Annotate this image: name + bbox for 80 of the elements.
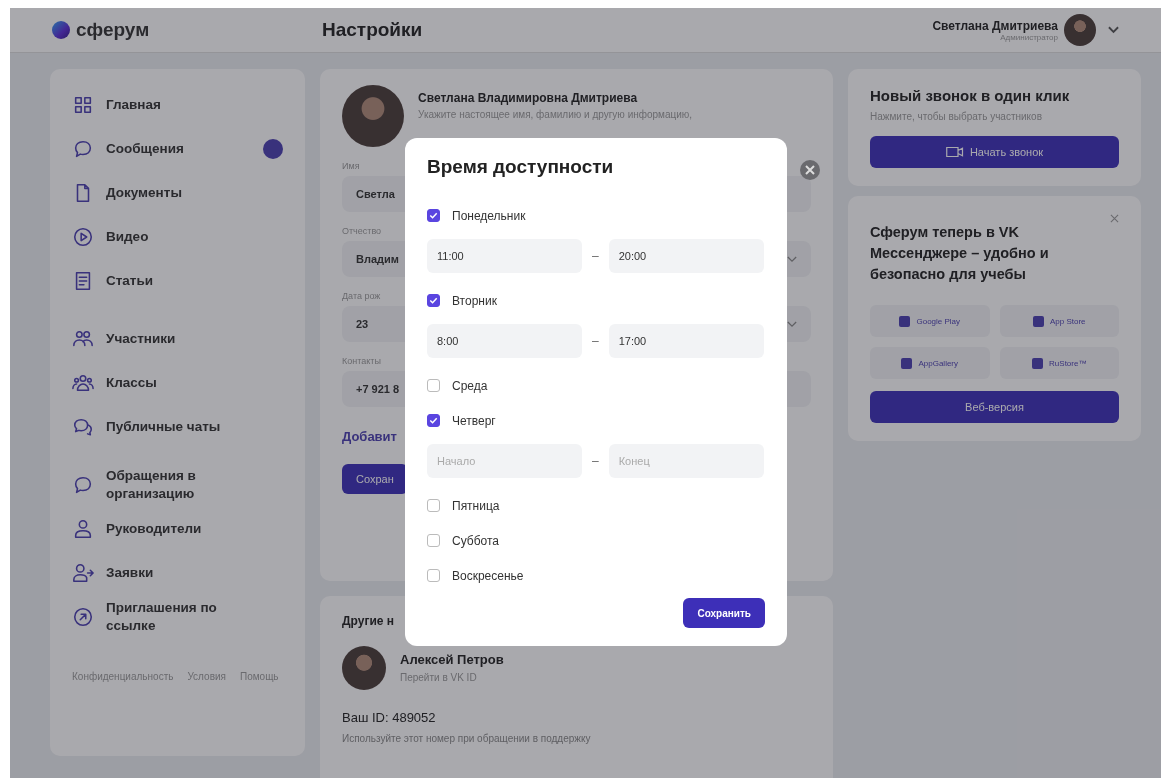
logo-icon	[52, 21, 70, 39]
day-label: Четверг	[452, 413, 496, 428]
sidebar-item[interactable]: Заявки	[72, 551, 283, 595]
sidebar-item[interactable]: Классы	[72, 361, 283, 405]
grid-icon	[72, 94, 94, 116]
start-time-field[interactable]: Начало	[427, 444, 582, 478]
promo-title: Сферум теперь в VK Мессенджере – удобно и безопасно для учебы	[870, 223, 1050, 285]
store-logo-icon	[1032, 315, 1044, 327]
day-label: Вторник	[452, 293, 497, 308]
sidebar-item[interactable]: Видео	[72, 215, 283, 259]
card-text: Нажмите, чтобы выбрать участников	[870, 110, 1043, 124]
range-separator: –	[592, 454, 599, 468]
avatar[interactable]	[1064, 14, 1096, 46]
end-time-field[interactable]: Конец	[608, 444, 764, 478]
account-name: Алексей Петров	[400, 651, 504, 667]
end-time-field[interactable]: 20:00	[608, 239, 764, 273]
avatar	[342, 646, 386, 690]
video-camera-icon	[945, 146, 964, 158]
day-label: Воскресенье	[452, 568, 524, 583]
sidebar-item[interactable]: Участники	[72, 317, 283, 361]
day-label: Среда	[452, 378, 488, 393]
chevron-down-icon[interactable]	[1108, 26, 1119, 34]
full-name: Светлана Владимировна Дмитриева	[418, 91, 639, 105]
group-icon	[72, 372, 94, 394]
day-label: Понедельник	[452, 208, 526, 223]
close-icon[interactable]	[800, 160, 820, 180]
sidebar-item[interactable]: Руководители	[72, 507, 283, 551]
save-button[interactable]: Сохранить	[683, 598, 765, 628]
id-hint: Используйте этот номер при обращении в поддержку	[342, 733, 592, 744]
web-version-button[interactable]: Веб-версия	[870, 391, 1119, 424]
end-time-field[interactable]: 17:00	[608, 324, 764, 358]
user-name: Светлана Дмитриева	[932, 18, 1058, 33]
profile-hint: Укажите настоящее имя, фамилию и другую информацию,	[418, 109, 693, 120]
person-arrow-icon	[72, 562, 94, 584]
sidebar-item[interactable]: Публичные чаты	[72, 405, 283, 449]
field-label: Отчество	[342, 226, 382, 236]
logo-text: сферум	[76, 19, 150, 41]
user-id: Ваш ID: 489052	[342, 710, 437, 725]
sidebar-item[interactable]: Главная	[72, 83, 283, 127]
sidebar-item[interactable]: Документы	[72, 171, 283, 215]
checkbox[interactable]	[427, 294, 440, 307]
card-title: Новый звонок в один клик	[870, 87, 1071, 104]
start-time-field[interactable]: 11:00	[427, 239, 582, 273]
field-label: Контакты	[342, 356, 381, 366]
start-call-button[interactable]: Начать звонок	[870, 136, 1119, 168]
day-label: Суббота	[452, 533, 499, 548]
checkbox[interactable]	[427, 499, 440, 512]
store-button[interactable]: Google Play	[870, 305, 990, 338]
store-logo-icon	[901, 357, 913, 369]
dialog-title: Время доступности	[427, 156, 615, 178]
checkbox[interactable]	[427, 414, 440, 427]
chevron-down-icon	[787, 320, 797, 328]
field-label: Имя	[342, 161, 360, 171]
checkbox[interactable]	[427, 569, 440, 582]
chat-icon	[72, 416, 94, 438]
sidebar-item[interactable]: Приглашения по ссылке	[72, 595, 283, 639]
chevron-down-icon	[787, 255, 797, 263]
page-title: Настройки	[322, 19, 423, 41]
store-button[interactable]: App Store	[999, 305, 1119, 338]
store-button[interactable]: AppGallery	[870, 347, 990, 380]
play-icon	[72, 226, 94, 248]
start-time-field[interactable]: 8:00	[427, 324, 582, 358]
checkbox[interactable]	[427, 209, 440, 222]
section-title: Другие н	[342, 614, 395, 628]
save-button[interactable]: Сохран	[342, 464, 408, 494]
sidebar-item[interactable]: Обращения в организацию	[72, 463, 283, 507]
store-button[interactable]: RuStore™	[999, 347, 1119, 380]
range-separator: –	[592, 334, 599, 348]
range-separator: –	[592, 249, 599, 263]
store-logo-icon	[899, 315, 911, 327]
checkbox[interactable]	[427, 379, 440, 392]
person-icon	[72, 518, 94, 540]
day-label: Пятница	[452, 498, 500, 513]
speech-bubble-icon	[72, 474, 94, 496]
store-logo-icon	[1032, 357, 1044, 369]
sidebar-item[interactable]: Сообщения	[72, 127, 283, 171]
speech-bubble-icon	[72, 138, 94, 160]
checkbox[interactable]	[427, 534, 440, 547]
sidebar-item[interactable]: Статьи	[72, 259, 283, 303]
field-label: Дата рож	[342, 291, 381, 301]
